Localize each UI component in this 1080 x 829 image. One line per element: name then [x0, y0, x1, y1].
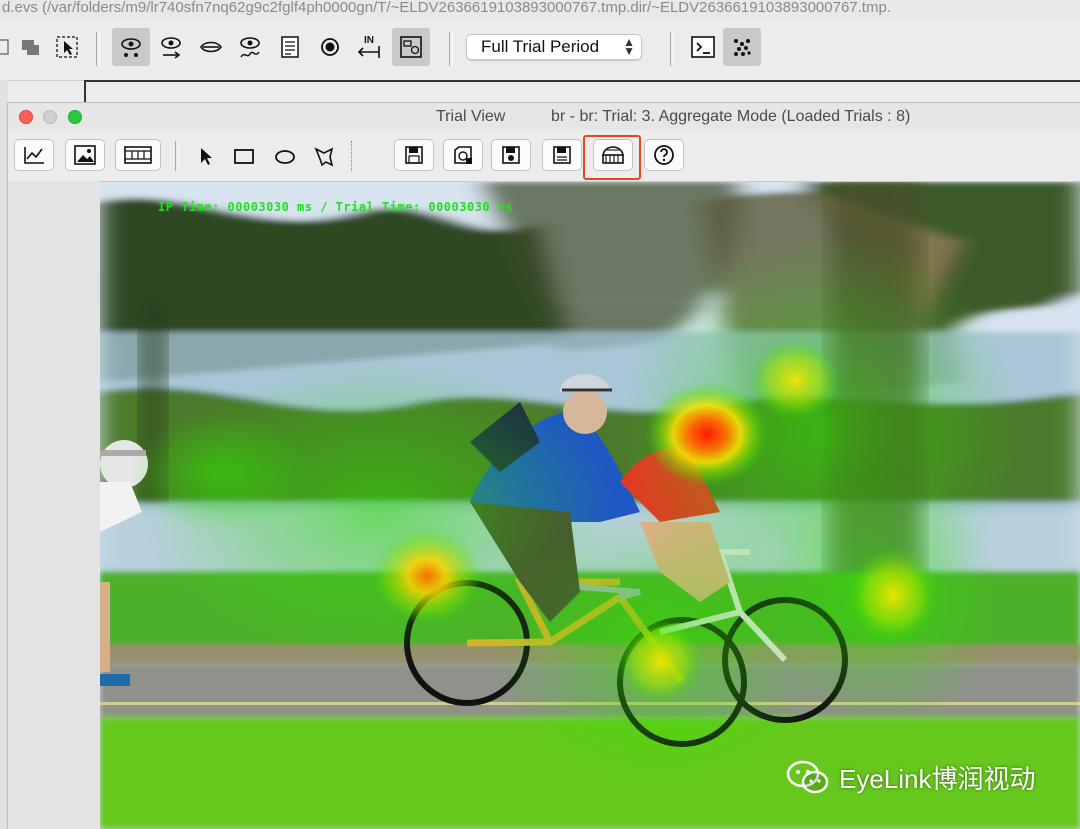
animation-playback-button[interactable] [115, 139, 161, 171]
select-tool[interactable] [192, 143, 218, 169]
minimize-window-button[interactable] [43, 110, 57, 124]
toolbar-separator [351, 141, 354, 171]
interest-area-button[interactable] [392, 28, 430, 66]
svg-text:IN: IN [364, 35, 374, 46]
save-icon [553, 146, 571, 164]
saccade-view-icon [161, 37, 181, 59]
ellipse-tool-icon [275, 150, 295, 164]
heatmap-button-highlight [583, 135, 641, 180]
select-arrow-icon [201, 148, 212, 165]
console-icon [691, 36, 715, 58]
toolbar-separator [670, 32, 674, 66]
saccade-view-button[interactable] [152, 28, 190, 66]
line-chart-icon [24, 147, 44, 164]
report-icon [281, 36, 299, 58]
shape-icon [22, 40, 39, 55]
target-icon [321, 38, 339, 56]
console-button[interactable] [684, 28, 722, 66]
select-region-icon [56, 36, 78, 58]
save-trial-button[interactable] [491, 139, 531, 171]
window-title: Trial View [436, 108, 506, 125]
target-button[interactable] [311, 28, 349, 66]
rectangle-tool[interactable] [231, 143, 257, 169]
panel-divider-vertical [84, 80, 86, 104]
help-icon [654, 145, 674, 165]
interest-area-icon [400, 36, 422, 58]
save-image-button[interactable] [394, 139, 434, 171]
zoom-window-button[interactable] [68, 110, 82, 124]
watermark-text: EyeLink博润视动 [839, 763, 1036, 794]
toolbar-separator [96, 32, 100, 66]
blink-view-icon [200, 41, 222, 53]
trial-view-side-panel [8, 181, 101, 829]
trial-view-titlebar[interactable]: Trial View br - br: Trial: 3. Aggregate … [8, 103, 1080, 132]
trial-period-value: Full Trial Period [481, 37, 600, 56]
save-trial-icon [502, 146, 520, 164]
help-button[interactable] [644, 139, 684, 171]
image-view-icon [74, 145, 96, 165]
panel-divider [84, 80, 1080, 82]
main-toolbar: IN Full Trial Period ▲ ▼ [0, 18, 1080, 81]
interest-period-button[interactable]: IN [351, 28, 389, 66]
fixation-view-button[interactable] [112, 28, 150, 66]
save-all-images-icon [454, 146, 472, 164]
watermark: EyeLink博润视动 [785, 757, 1036, 797]
select-chevron-icon: ▲ ▼ [623, 35, 635, 58]
report-button[interactable] [271, 28, 309, 66]
freehand-tool-icon [314, 147, 334, 167]
select-region-button[interactable] [48, 28, 86, 66]
save-all-images-button[interactable] [443, 139, 483, 171]
stimulus-image-with-heatmap[interactable]: IP Time: 00003030 ms / Trial Time: 00003… [100, 182, 1080, 829]
sample-view-button[interactable] [231, 28, 269, 66]
toolbar-separator [449, 32, 453, 66]
left-panel-strip [0, 80, 8, 829]
scatter-points-button[interactable] [723, 28, 761, 66]
temporal-graph-button[interactable] [14, 139, 54, 171]
window-subtitle: br - br: Trial: 3. Aggregate Mode (Loade… [551, 108, 911, 125]
sample-view-icon [240, 37, 260, 58]
wechat-icon [786, 760, 829, 794]
rectangle-tool-icon [234, 149, 254, 164]
shape-tool-button[interactable] [12, 28, 50, 66]
film-view-icon [124, 146, 152, 164]
ellipse-tool[interactable] [272, 143, 298, 169]
interest-period-icon: IN [357, 35, 380, 58]
trial-view-toolbar [8, 131, 1080, 182]
window-path-title: d.evs (/var/folders/m9/lr740sfn7nq62g9c2… [0, 0, 1080, 18]
close-window-button[interactable] [19, 110, 33, 124]
blink-view-button[interactable] [192, 28, 230, 66]
save-image-icon [405, 146, 423, 164]
fixation-view-icon [121, 38, 141, 57]
heatmap-scene [100, 182, 1080, 829]
freehand-tool[interactable] [311, 143, 337, 169]
save-button[interactable] [542, 139, 582, 171]
toolbar-separator [175, 141, 179, 171]
grid-dots-icon [734, 39, 751, 56]
trial-time-overlay: IP Time: 00003030 ms / Trial Time: 00003… [158, 200, 514, 214]
spatial-overlay-button[interactable] [65, 139, 105, 171]
trial-period-select[interactable]: Full Trial Period ▲ ▼ [466, 34, 642, 60]
